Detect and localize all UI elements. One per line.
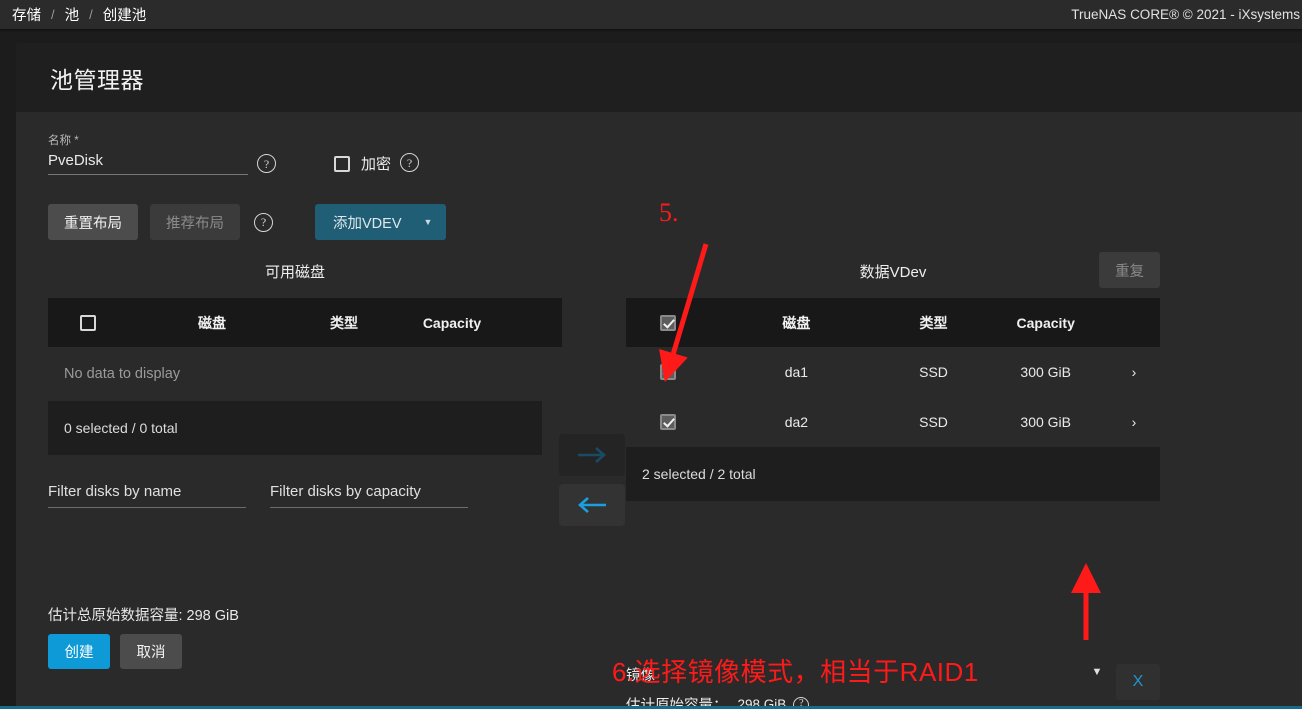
table-empty-row: No data to display (48, 347, 562, 401)
vdev-capacity-value: 298 GiB (737, 697, 787, 706)
table-row[interactable]: da1 SSD 300 GiB › (626, 347, 1160, 397)
table-row[interactable]: da2 SSD 300 GiB › (626, 397, 1160, 447)
pool-manager-card: 池管理器 名称 * ? 加密 ? 重置布局 推荐布局 ? (16, 43, 1302, 706)
suggest-layout-button: 推荐布局 (150, 204, 240, 240)
vdev-select-all-header (626, 298, 709, 347)
chevron-right-icon[interactable]: › (1108, 397, 1160, 447)
filter-disks-by-name-input[interactable] (48, 483, 246, 508)
available-disks-title: 可用磁盘 (264, 264, 325, 281)
layout-help-icon[interactable]: ? (254, 212, 273, 232)
vdev-column-type[interactable]: 类型 (884, 298, 984, 347)
pool-name-label: 名称 * (48, 135, 79, 147)
row-checkbox-cell (626, 397, 709, 447)
data-vdev-footer: 2 selected / 2 total (626, 447, 1160, 501)
vdev-layout-section: 镜像 估计原始容量： 298 GiB ? ▼ X (626, 664, 1160, 706)
vdev-layout-info: 镜像 估计原始容量： 298 GiB ? (626, 664, 810, 706)
encryption-toggle-group: 加密 ? (334, 153, 420, 174)
data-vdev-panel: 数据VDev 重复 磁盘 类型 Capacity da1 SSD 300 GiB… (626, 252, 1160, 706)
chevron-down-icon: ▼ (423, 217, 433, 227)
vdev-capacity-label: 估计原始容量： (626, 698, 728, 706)
row-disk-name: da1 (784, 364, 809, 380)
table-header-row: 磁盘 类型 Capacity (626, 298, 1160, 347)
add-vdev-label: 添加VDEV (333, 215, 402, 232)
empty-message: No data to display (64, 366, 181, 382)
select-all-checkbox[interactable] (80, 314, 96, 331)
transfer-controls (559, 434, 625, 526)
chevron-right-icon[interactable]: › (1108, 347, 1160, 397)
data-vdev-title: 数据VDev (859, 264, 927, 281)
row-disk-type: SSD (919, 364, 948, 380)
row-checkbox[interactable] (659, 364, 676, 380)
available-column-type[interactable]: 类型 (296, 298, 392, 347)
top-bar: 存储 / 池 / 创建池 TrueNAS CORE® © 2021 - iXsy… (0, 0, 1302, 29)
select-all-checkbox[interactable] (659, 314, 676, 331)
encryption-label: 加密 (361, 156, 392, 173)
copyright-text: TrueNAS CORE® © 2021 - iXsystems (1071, 7, 1300, 22)
available-column-actions (512, 298, 562, 347)
breadcrumb: 存储 / 池 / 创建池 (0, 4, 148, 25)
row-disk-capacity: 300 GiB (1020, 414, 1071, 430)
vdev-capacity-help-icon[interactable]: ? (793, 696, 810, 706)
create-button[interactable]: 创建 (48, 634, 110, 669)
breadcrumb-item-create-pool[interactable]: 创建池 (101, 4, 149, 25)
vdev-column-disk[interactable]: 磁盘 (709, 298, 884, 347)
disk-filters (48, 483, 542, 508)
name-encryption-row: 名称 * ? 加密 ? (48, 132, 420, 175)
pool-name-input[interactable] (48, 152, 248, 175)
breadcrumb-item-pools[interactable]: 池 (63, 4, 82, 25)
vdev-layout-controls: ▼ X (1088, 664, 1160, 700)
filter-disks-by-capacity-input[interactable] (270, 483, 468, 508)
available-disks-title-row: 可用磁盘 (48, 252, 542, 298)
vdev-column-actions (1108, 298, 1160, 347)
estimated-total-capacity: 估计总原始数据容量: 298 GiB (48, 608, 239, 624)
card-header: 池管理器 (16, 43, 1302, 112)
cancel-button[interactable]: 取消 (120, 634, 182, 669)
arrow-left-icon (578, 497, 606, 513)
add-vdev-button[interactable]: 添加VDEV ▼ (315, 204, 447, 240)
duplicate-vdev-button: 重复 (1099, 252, 1160, 288)
data-vdev-table: 磁盘 类型 Capacity da1 SSD 300 GiB › da2 SSD… (626, 298, 1160, 447)
available-disks-footer: 0 selected / 0 total (48, 401, 542, 455)
data-vdev-title-row: 数据VDev 重复 (626, 252, 1160, 298)
available-select-all-header (48, 298, 128, 347)
available-column-capacity[interactable]: Capacity (392, 298, 512, 347)
encryption-checkbox[interactable] (334, 155, 350, 172)
available-disks-panel: 可用磁盘 磁盘 类型 Capacity No data to display 0… (48, 252, 562, 508)
available-column-disk[interactable]: 磁盘 (128, 298, 296, 347)
pool-name-field: 名称 * (48, 132, 248, 175)
layout-buttons-row: 重置布局 推荐布局 ? 添加VDEV ▼ (48, 204, 447, 240)
page-title: 池管理器 (50, 66, 144, 93)
row-checkbox-cell (626, 347, 709, 397)
row-checkbox[interactable] (659, 414, 676, 430)
vdev-layout-select-value[interactable]: 镜像 (626, 664, 809, 685)
row-disk-name: da2 (784, 414, 809, 430)
row-disk-capacity: 300 GiB (1020, 364, 1071, 380)
arrow-right-icon (578, 447, 606, 463)
breadcrumb-separator: / (51, 7, 55, 22)
table-header-row: 磁盘 类型 Capacity (48, 298, 562, 347)
available-disks-table: 磁盘 类型 Capacity No data to display (48, 298, 562, 401)
app-root: 存储 / 池 / 创建池 TrueNAS CORE® © 2021 - iXsy… (0, 0, 1302, 709)
vdev-estimated-capacity: 估计原始容量： 298 GiB ? (626, 694, 810, 706)
move-to-available-button[interactable] (559, 484, 625, 526)
breadcrumb-separator: / (89, 7, 93, 22)
breadcrumb-item-storage[interactable]: 存储 (10, 4, 43, 25)
row-disk-type: SSD (919, 414, 948, 430)
move-to-vdev-button[interactable] (559, 434, 625, 476)
vdev-column-capacity[interactable]: Capacity (983, 298, 1108, 347)
top-bar-shadow (0, 29, 1302, 32)
form-actions: 创建 取消 (48, 634, 182, 669)
encryption-help-icon[interactable]: ? (400, 153, 420, 172)
remove-vdev-button[interactable]: X (1116, 664, 1160, 700)
pool-name-help-icon[interactable]: ? (257, 154, 276, 173)
reset-layout-button[interactable]: 重置布局 (48, 204, 138, 240)
card-body: 名称 * ? 加密 ? 重置布局 推荐布局 ? 添加VDEV ▼ (16, 112, 1302, 706)
chevron-down-icon[interactable]: ▼ (1088, 666, 1106, 678)
